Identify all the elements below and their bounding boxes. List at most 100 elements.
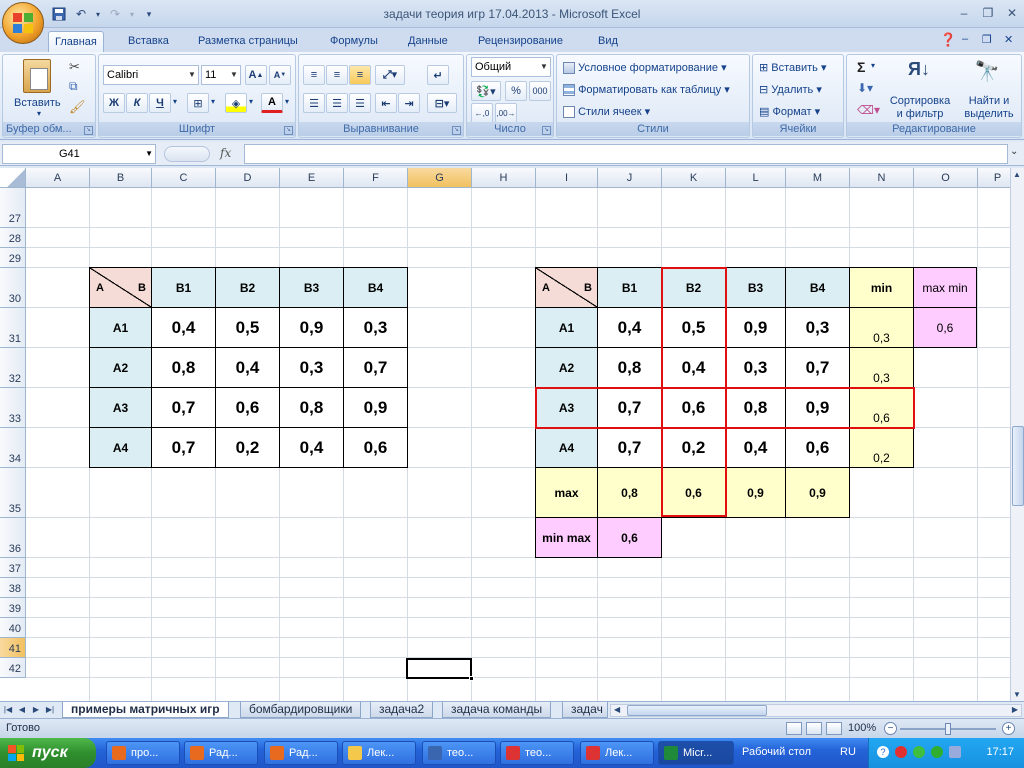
alignment-launcher-icon[interactable]: ↘ <box>452 126 461 135</box>
name-box[interactable]: G41 ▼ <box>2 144 156 164</box>
fill-dropdown-icon[interactable]: ▾ <box>249 97 253 106</box>
sheet-tab-task2[interactable]: задача2 <box>370 702 434 718</box>
row-min-cell[interactable]: 0,6 <box>849 387 914 428</box>
office-button[interactable] <box>2 2 44 44</box>
taskbar-task-button[interactable]: Рад... <box>264 741 338 765</box>
underline-dropdown-icon[interactable]: ▾ <box>173 97 177 106</box>
table1-value-cell[interactable]: 0,2 <box>215 427 280 468</box>
table1-value-cell[interactable]: 0,7 <box>151 387 216 428</box>
table2-value-cell[interactable]: 0,4 <box>661 347 726 388</box>
sort-filter-label-1[interactable]: Сортировка <box>887 95 953 107</box>
horizontal-scroll-thumb[interactable] <box>627 705 767 716</box>
sort-filter-icon[interactable]: Я↓ <box>903 59 935 91</box>
insert-function-icon[interactable]: fx <box>220 146 231 160</box>
column-header-o[interactable]: O <box>914 168 978 188</box>
page-break-view-icon[interactable] <box>826 722 842 735</box>
zoom-in-icon[interactable]: + <box>1002 722 1015 735</box>
borders-dropdown-icon[interactable]: ▾ <box>211 97 215 106</box>
table2-value-cell[interactable]: 0,2 <box>661 427 726 468</box>
network-tray-icon[interactable] <box>931 746 943 758</box>
find-select-icon[interactable]: 🔭 <box>971 59 1003 91</box>
italic-button[interactable]: К <box>126 93 148 113</box>
column-header-p[interactable]: P <box>978 168 1010 188</box>
select-all-button[interactable] <box>0 168 26 188</box>
antivirus-tray-icon[interactable] <box>895 746 907 758</box>
table2-row-header-a4[interactable]: A4 <box>535 427 598 468</box>
row-header-38[interactable]: 38 <box>0 578 26 598</box>
table2-value-cell[interactable]: 0,9 <box>725 307 786 348</box>
table1-col-header-b1[interactable]: B1 <box>151 267 216 308</box>
autosum-dropdown-icon[interactable]: ▾ <box>871 61 875 70</box>
table1-corner-cell[interactable]: A B <box>89 267 152 308</box>
column-header-e[interactable]: E <box>280 168 344 188</box>
zoom-out-icon[interactable]: − <box>884 722 897 735</box>
maxmin-column-header[interactable]: max min <box>913 267 977 308</box>
number-launcher-icon[interactable]: ↘ <box>542 126 551 135</box>
minmax-label[interactable]: min max <box>535 517 598 558</box>
help-icon[interactable]: ❓ <box>940 32 956 48</box>
column-header-h[interactable]: H <box>472 168 536 188</box>
shrink-font-button[interactable]: A ▼ <box>269 65 291 85</box>
worksheet-grid[interactable]: ABCDEFGHIJKLMNOP 27 28 29 30 31 32 33 34 35 36 37 3… <box>0 168 1010 701</box>
tab-page-layout[interactable]: Разметка страницы <box>192 31 304 52</box>
scroll-right-icon[interactable]: ▶ <box>1012 705 1018 714</box>
wrap-text-icon[interactable]: ↵ <box>427 65 449 85</box>
row-header-40[interactable]: 40 <box>0 618 26 638</box>
copy-icon[interactable]: ⧉ <box>69 79 78 94</box>
language-indicator[interactable]: RU <box>840 746 856 758</box>
table1-row-header-a2[interactable]: A2 <box>89 347 152 388</box>
workbook-close-icon[interactable]: ✕ <box>1004 33 1013 46</box>
table1-value-cell[interactable]: 0,8 <box>279 387 344 428</box>
table1-row-header-a3[interactable]: A3 <box>89 387 152 428</box>
minimize-button[interactable]: ‒ <box>952 4 976 22</box>
scroll-up-icon[interactable]: ▲ <box>1013 170 1021 179</box>
increase-decimal-icon[interactable]: ←,0 <box>471 103 493 123</box>
table2-value-cell[interactable]: 0,6 <box>785 427 850 468</box>
row-header-32[interactable]: 32 <box>0 348 26 388</box>
table2-value-cell[interactable]: 0,3 <box>785 307 850 348</box>
currency-icon[interactable]: 💱▾ <box>471 81 501 101</box>
formula-input[interactable] <box>244 144 1008 164</box>
font-color-dropdown-icon[interactable]: ▾ <box>285 97 289 106</box>
first-sheet-icon[interactable]: |◀ <box>2 704 14 716</box>
table2-value-cell[interactable]: 0,3 <box>725 347 786 388</box>
table2-value-cell[interactable]: 0,6 <box>661 387 726 428</box>
table1-col-header-b3[interactable]: B3 <box>279 267 344 308</box>
taskbar-task-button[interactable]: тео... <box>500 741 574 765</box>
row-header-35[interactable]: 35 <box>0 468 26 518</box>
table2-value-cell[interactable]: 0,5 <box>661 307 726 348</box>
thousands-button[interactable]: 000 <box>529 81 551 101</box>
align-top-icon[interactable]: ≡ <box>303 65 325 85</box>
table1-row-header-a4[interactable]: A4 <box>89 427 152 468</box>
table1-value-cell[interactable]: 0,9 <box>279 307 344 348</box>
underline-button[interactable]: Ч <box>149 93 171 113</box>
table2-col-header-b1[interactable]: B1 <box>597 267 662 308</box>
table1-value-cell[interactable]: 0,4 <box>215 347 280 388</box>
sheet-tab-task-more[interactable]: задач <box>562 702 608 718</box>
clipboard-launcher-icon[interactable]: ↘ <box>84 126 93 135</box>
table2-value-cell[interactable]: 0,8 <box>597 347 662 388</box>
bold-button[interactable]: Ж <box>103 93 125 113</box>
sheet-tab-bombers[interactable]: бомбардировщики <box>240 702 362 718</box>
conditional-formatting-button[interactable]: Условное форматирование ▾ <box>563 61 727 75</box>
clock[interactable]: 17:17 <box>986 746 1014 758</box>
align-middle-icon[interactable]: ≡ <box>326 65 348 85</box>
tab-view[interactable]: Вид <box>592 31 624 52</box>
align-left-icon[interactable]: ☰ <box>303 93 325 113</box>
tab-insert[interactable]: Вставка <box>122 31 175 52</box>
expand-formula-bar-icon[interactable]: ⌄ <box>1010 146 1018 157</box>
taskbar-task-button[interactable]: тео... <box>422 741 496 765</box>
font-launcher-icon[interactable]: ↘ <box>284 126 293 135</box>
column-header-a[interactable]: A <box>26 168 90 188</box>
col-max-cell[interactable]: 0,8 <box>597 467 662 518</box>
percent-button[interactable]: % <box>505 81 527 101</box>
table1-value-cell[interactable]: 0,7 <box>151 427 216 468</box>
zoom-slider[interactable] <box>900 723 996 735</box>
zoom-slider-knob[interactable] <box>945 723 951 735</box>
table1-value-cell[interactable]: 0,5 <box>215 307 280 348</box>
table1-value-cell[interactable]: 0,4 <box>279 427 344 468</box>
row-header-33[interactable]: 33 <box>0 388 26 428</box>
column-header-k[interactable]: K <box>662 168 726 188</box>
start-button[interactable]: пуск <box>0 738 96 768</box>
paste-button[interactable]: Вставить <box>14 97 61 109</box>
